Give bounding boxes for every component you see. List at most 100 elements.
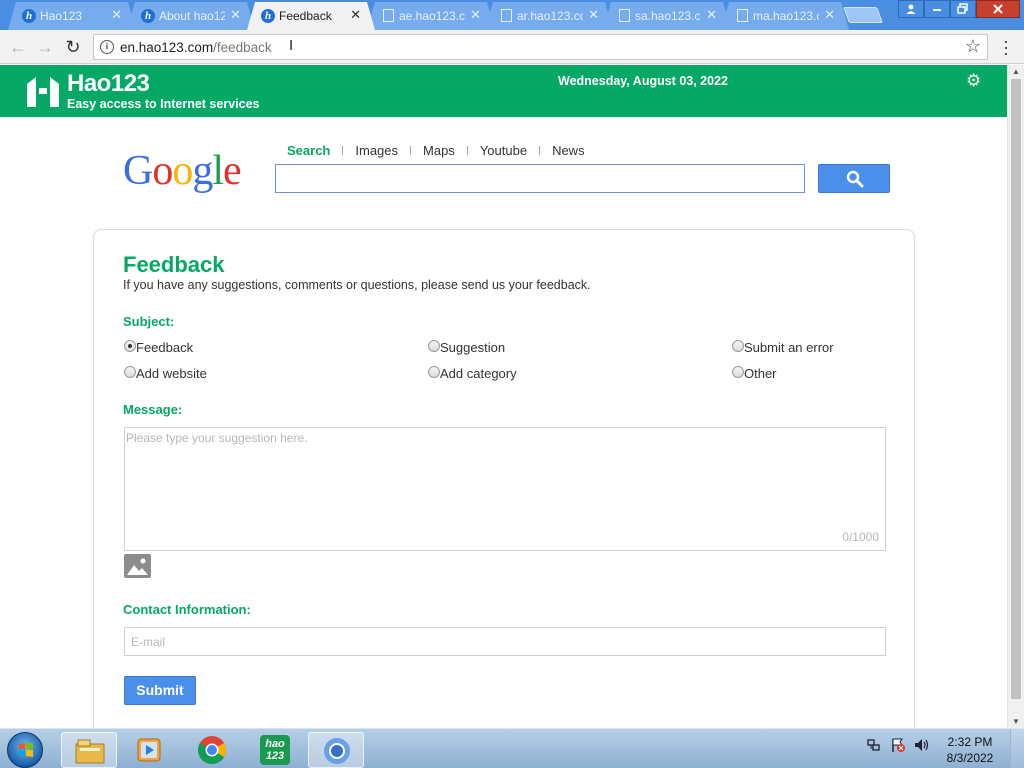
- page-scrollbar[interactable]: ▲ ▼: [1007, 65, 1024, 728]
- tab-hao123[interactable]: h Hao123 ✕: [8, 2, 136, 30]
- radio-add-category[interactable]: Add category: [428, 366, 517, 381]
- url-host: en.hao123.com: [120, 40, 214, 55]
- document-icon: [619, 9, 630, 22]
- tab-close-icon[interactable]: ✕: [824, 8, 835, 22]
- site-info-icon[interactable]: i: [100, 40, 114, 54]
- tab-ar-hao123[interactable]: ar.hao123.com ✕: [485, 2, 613, 30]
- radio-add-website[interactable]: Add website: [124, 366, 207, 381]
- network-icon[interactable]: [866, 737, 882, 753]
- tab-maps[interactable]: Maps: [423, 143, 455, 158]
- chromium-icon[interactable]: [308, 732, 364, 768]
- tab-images[interactable]: Images: [355, 143, 398, 158]
- start-button[interactable]: [7, 732, 43, 768]
- windows-logo-icon: [19, 743, 33, 757]
- tab-close-icon[interactable]: ✕: [470, 8, 481, 22]
- tab-divider: [342, 146, 344, 155]
- url-path: /feedback: [213, 40, 272, 55]
- forward-arrow-icon[interactable]: →: [35, 37, 55, 57]
- contact-label: Contact Information:: [123, 602, 251, 617]
- address-bar[interactable]: i en.hao123.com/feedback ☆: [93, 34, 988, 60]
- scroll-thumb[interactable]: [1011, 79, 1021, 699]
- logo-letter: g: [192, 148, 213, 194]
- site-header: Hao123 Easy access to Internet services …: [0, 65, 1007, 117]
- tab-close-icon[interactable]: ✕: [588, 8, 599, 22]
- scroll-up-icon[interactable]: ▲: [1012, 67, 1020, 76]
- close-window-icon[interactable]: [976, 0, 1020, 18]
- email-placeholder: E-mail: [131, 635, 166, 649]
- restore-icon[interactable]: [950, 0, 976, 18]
- google-logo[interactable]: Google: [123, 148, 242, 194]
- search-type-tabs: Search Images Maps Youtube News: [287, 143, 585, 158]
- tab-title: sa.hao123.com: [635, 9, 701, 23]
- minimize-icon[interactable]: [924, 0, 950, 18]
- message-placeholder: Please type your suggestion here.: [126, 431, 308, 445]
- tab-youtube[interactable]: Youtube: [480, 143, 527, 158]
- radio-button[interactable]: [124, 340, 136, 352]
- gear-icon[interactable]: ⚙: [966, 71, 981, 91]
- feedback-intro: If you have any suggestions, comments or…: [123, 278, 591, 292]
- tab-divider: [539, 146, 541, 155]
- tab-sa-hao123[interactable]: sa.hao123.com ✕: [603, 2, 731, 30]
- tab-title: ma.hao123.com: [753, 9, 817, 23]
- radio-other[interactable]: Other: [732, 366, 777, 381]
- tab-close-icon[interactable]: ✕: [111, 8, 122, 22]
- image-upload-icon[interactable]: [124, 554, 151, 578]
- radio-button[interactable]: [732, 340, 744, 352]
- tab-title: Feedback: [279, 9, 332, 23]
- tab-close-icon[interactable]: ✕: [230, 8, 241, 22]
- back-arrow-icon[interactable]: ←: [8, 37, 28, 57]
- show-desktop-button[interactable]: [1010, 729, 1024, 768]
- hao123-icon[interactable]: hao 123: [246, 732, 302, 768]
- hao123-logo-icon[interactable]: [26, 74, 60, 108]
- tab-title: Hao123: [40, 9, 83, 23]
- tab-ma-hao123[interactable]: ma.hao123.com ✕: [721, 2, 849, 30]
- radio-label: Suggestion: [440, 340, 506, 355]
- search-input[interactable]: [275, 164, 805, 193]
- address-url[interactable]: en.hao123.com/feedback: [120, 40, 272, 55]
- scroll-down-icon[interactable]: ▼: [1012, 717, 1020, 726]
- action-center-flag-icon[interactable]: [890, 737, 906, 753]
- tab-close-icon[interactable]: ✕: [706, 8, 717, 22]
- tab-about-hao123[interactable]: h About hao123 ✕: [127, 2, 255, 30]
- bookmark-star-icon[interactable]: ☆: [965, 36, 981, 57]
- user-profile-icon[interactable]: [898, 0, 924, 18]
- message-label: Message:: [123, 402, 183, 417]
- brand-name[interactable]: Hao123: [67, 70, 150, 98]
- taskbar-clock[interactable]: 2:32 PM 8/3/2022: [940, 734, 1000, 766]
- hao123-app-label: hao 123: [260, 735, 290, 765]
- submit-button[interactable]: Submit: [124, 676, 196, 705]
- tab-search[interactable]: Search: [287, 143, 330, 158]
- radio-label: Feedback: [136, 340, 194, 355]
- radio-submit-error[interactable]: Submit an error: [732, 340, 834, 355]
- file-explorer-icon[interactable]: [61, 732, 117, 768]
- radio-feedback[interactable]: Feedback: [124, 340, 193, 355]
- tab-feedback[interactable]: h Feedback ✕: [247, 2, 375, 30]
- chrome-icon[interactable]: [184, 732, 240, 768]
- logo-letter: e: [223, 148, 242, 194]
- system-tray: [866, 737, 930, 753]
- tab-ae-hao123[interactable]: ae.hao123.com ✕: [367, 2, 495, 30]
- radio-button[interactable]: [428, 366, 440, 378]
- volume-icon[interactable]: [914, 737, 930, 753]
- new-tab-button[interactable]: [843, 7, 883, 23]
- email-field[interactable]: E-mail: [124, 627, 886, 656]
- radio-button[interactable]: [428, 340, 440, 352]
- radio-button[interactable]: [732, 366, 744, 378]
- clock-time: 2:32 PM: [947, 735, 993, 749]
- tab-close-icon[interactable]: ✕: [350, 8, 361, 22]
- hao123-favicon: h: [261, 9, 275, 23]
- radio-suggestion[interactable]: Suggestion: [428, 340, 505, 355]
- tab-title: ae.hao123.com: [399, 9, 465, 23]
- search-button[interactable]: [818, 164, 890, 193]
- reload-icon[interactable]: ↻: [63, 37, 83, 57]
- tab-title: About hao123: [159, 9, 225, 23]
- media-player-icon[interactable]: [122, 732, 178, 768]
- radio-label: Add website: [136, 366, 207, 381]
- radio-button[interactable]: [124, 366, 136, 378]
- brand-tagline: Easy access to Internet services: [67, 97, 260, 111]
- tab-news[interactable]: News: [552, 143, 585, 158]
- browser-menu-icon[interactable]: · · ·: [1000, 32, 1012, 62]
- message-textarea[interactable]: Please type your suggestion here. 0/1000: [124, 427, 886, 551]
- document-icon: [383, 9, 394, 22]
- clock-date: 8/3/2022: [946, 751, 994, 765]
